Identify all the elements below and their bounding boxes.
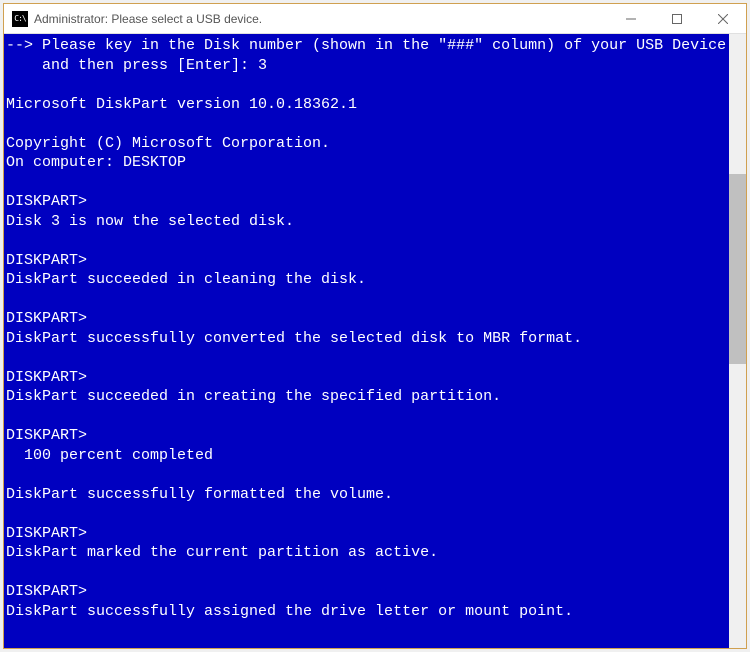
- maximize-icon: [672, 14, 682, 24]
- window-title: Administrator: Please select a USB devic…: [34, 12, 608, 26]
- vertical-scrollbar[interactable]: [729, 34, 746, 648]
- cmd-icon-text: C:\: [14, 15, 25, 23]
- cmd-icon: C:\: [12, 11, 28, 27]
- minimize-icon: [626, 14, 636, 24]
- titlebar[interactable]: C:\ Administrator: Please select a USB d…: [4, 4, 746, 34]
- minimize-button[interactable]: [608, 4, 654, 33]
- close-button[interactable]: [700, 4, 746, 33]
- console-output[interactable]: --> Please key in the Disk number (shown…: [4, 34, 729, 648]
- maximize-button[interactable]: [654, 4, 700, 33]
- scroll-thumb[interactable]: [729, 174, 746, 364]
- window-controls: [608, 4, 746, 33]
- client-area: --> Please key in the Disk number (shown…: [4, 34, 746, 648]
- close-icon: [718, 14, 728, 24]
- console-window: C:\ Administrator: Please select a USB d…: [3, 3, 747, 649]
